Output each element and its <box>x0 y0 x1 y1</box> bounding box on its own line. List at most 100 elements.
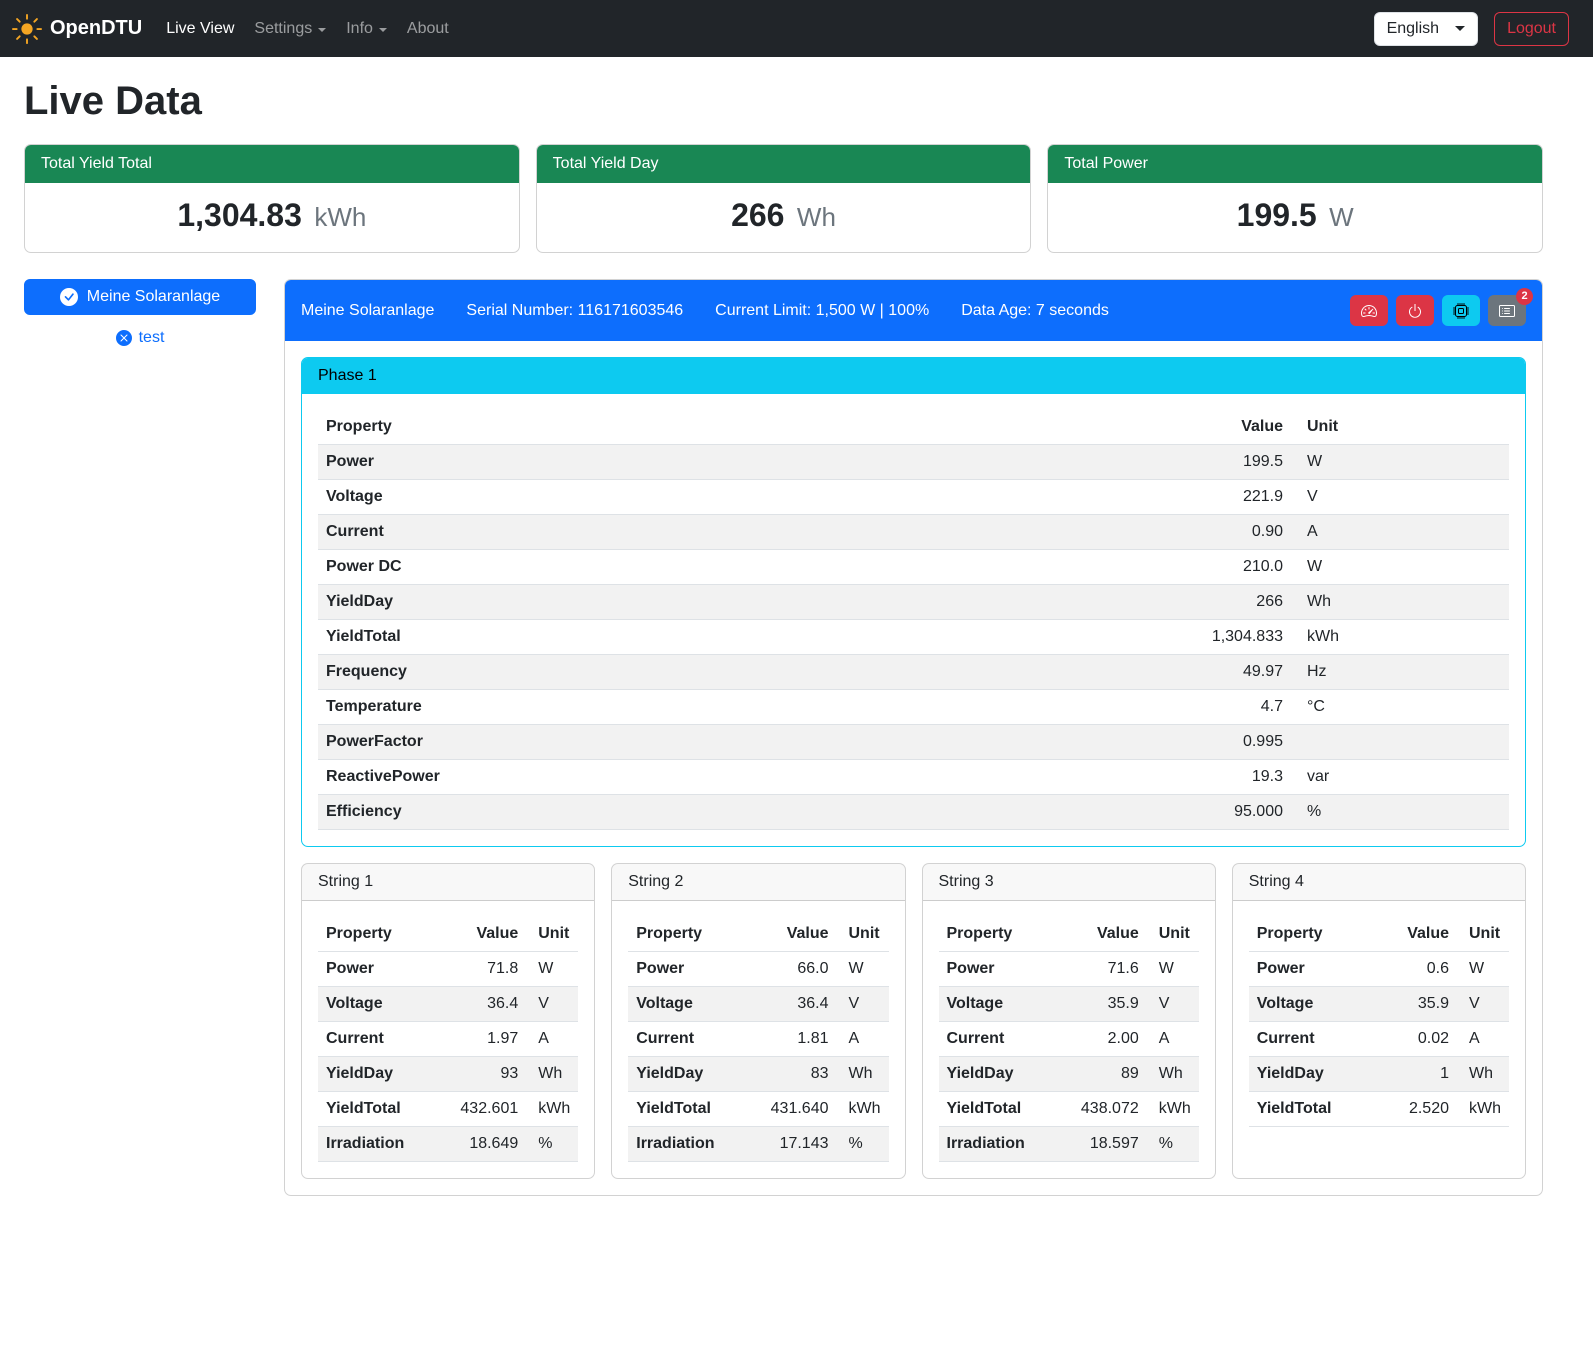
string-card-title: String 1 <box>302 864 594 901</box>
property-cell: YieldTotal <box>318 620 1161 655</box>
table-header-row: Property Value Unit <box>939 917 1199 952</box>
summary-card-title: Total Power <box>1048 145 1542 183</box>
column-header-value: Value <box>1161 410 1291 445</box>
language-select-value: English <box>1387 20 1439 38</box>
inverter-selected-button[interactable]: Meine Solaranlage <box>24 279 256 315</box>
property-cell: Power <box>939 952 1063 987</box>
unit-cell: A <box>526 1022 578 1057</box>
table-row: YieldTotal1,304.833kWh <box>318 620 1509 655</box>
table-row: YieldTotal432.601kWh <box>318 1092 578 1127</box>
language-select[interactable]: English <box>1374 12 1478 46</box>
unit-cell: % <box>526 1127 578 1162</box>
column-header-unit: Unit <box>1147 917 1199 952</box>
phase-table: Property Value Unit Power199.5WVoltage22… <box>318 410 1509 830</box>
value-cell: 49.97 <box>1161 655 1291 690</box>
table-row: Current0.90A <box>318 515 1509 550</box>
summary-card-body: 1,304.83 kWh <box>25 183 519 252</box>
column-header-property: Property <box>939 917 1063 952</box>
string-card: String 4 Property Value Unit Power0.6WVo… <box>1232 863 1526 1179</box>
property-cell: Current <box>628 1022 752 1057</box>
brand[interactable]: OpenDTU <box>12 14 142 44</box>
value-cell: 66.0 <box>753 952 837 987</box>
value-cell: 210.0 <box>1161 550 1291 585</box>
property-cell: Efficiency <box>318 795 1161 830</box>
unit-cell: V <box>1291 480 1509 515</box>
inverter-data-age: Data Age: 7 seconds <box>961 302 1109 320</box>
inverter-name: Meine Solaranlage <box>301 302 434 320</box>
value-cell: 35.9 <box>1063 987 1147 1022</box>
main-row: Meine Solaranlage test Meine Solaranlage… <box>24 279 1543 1196</box>
unit-cell: Wh <box>1457 1057 1509 1092</box>
value-cell: 199.5 <box>1161 445 1291 480</box>
limit-settings-button[interactable] <box>1350 295 1388 326</box>
inverter-item-test[interactable]: test <box>24 325 256 351</box>
table-row: YieldDay83Wh <box>628 1057 888 1092</box>
string-card: String 2 Property Value Unit Power66.0WV… <box>611 863 905 1179</box>
table-row: Power0.6W <box>1249 952 1509 987</box>
table-row: YieldDay89Wh <box>939 1057 1199 1092</box>
property-cell: Voltage <box>628 987 752 1022</box>
property-cell: YieldTotal <box>628 1092 752 1127</box>
nav-item-settings[interactable]: Settings <box>244 12 336 46</box>
inverter-sidebar: Meine Solaranlage test <box>24 279 256 351</box>
property-cell: YieldDay <box>318 585 1161 620</box>
property-cell: Frequency <box>318 655 1161 690</box>
table-row: Frequency49.97Hz <box>318 655 1509 690</box>
table-header-row: Property Value Unit <box>628 917 888 952</box>
property-cell: YieldDay <box>939 1057 1063 1092</box>
string-card-title: String 4 <box>1233 864 1525 901</box>
value-cell: 0.6 <box>1373 952 1457 987</box>
value-cell: 266 <box>1161 585 1291 620</box>
property-cell: YieldTotal <box>318 1092 442 1127</box>
unit-cell: kWh <box>837 1092 889 1127</box>
nav-item-label: Settings <box>254 20 312 38</box>
table-row: ReactivePower19.3var <box>318 760 1509 795</box>
logout-button[interactable]: Logout <box>1494 12 1569 46</box>
device-info-button[interactable] <box>1442 295 1480 326</box>
string-card-body: Property Value Unit Power71.6WVoltage35.… <box>923 901 1215 1178</box>
value-cell: 0.90 <box>1161 515 1291 550</box>
unit-cell: Wh <box>526 1057 578 1092</box>
page-title: Live Data <box>24 79 1543 124</box>
inverter-serial: Serial Number: 116171603546 <box>466 302 683 320</box>
table-row: Current2.00A <box>939 1022 1199 1057</box>
property-cell: YieldDay <box>1249 1057 1373 1092</box>
nav-item-live-view[interactable]: Live View <box>156 12 244 46</box>
power-button[interactable] <box>1396 295 1434 326</box>
table-row: Power71.8W <box>318 952 578 987</box>
table-header-row: Property Value Unit <box>1249 917 1509 952</box>
column-header-unit: Unit <box>1457 917 1509 952</box>
value-cell: 2.520 <box>1373 1092 1457 1127</box>
column-header-value: Value <box>442 917 526 952</box>
inverter-item-label: test <box>139 329 165 347</box>
unit-cell: kWh <box>1291 620 1509 655</box>
table-row: YieldTotal438.072kWh <box>939 1092 1199 1127</box>
gauge-icon <box>1361 303 1377 319</box>
property-cell: ReactivePower <box>318 760 1161 795</box>
chevron-down-icon <box>379 28 387 32</box>
summary-card-title: Total Yield Total <box>25 145 519 183</box>
property-cell: YieldTotal <box>939 1092 1063 1127</box>
strings-row: String 1 Property Value Unit Power71.8WV… <box>301 863 1526 1179</box>
string-card-title: String 3 <box>923 864 1215 901</box>
summary-value: 266 <box>731 197 784 233</box>
unit-cell: % <box>837 1127 889 1162</box>
column-header-unit: Unit <box>837 917 889 952</box>
property-cell: Power <box>628 952 752 987</box>
string-table: Property Value Unit Power71.8WVoltage36.… <box>318 917 578 1162</box>
property-cell: Temperature <box>318 690 1161 725</box>
table-row: Current0.02A <box>1249 1022 1509 1057</box>
nav-item-about[interactable]: About <box>397 12 459 46</box>
table-row: Voltage35.9V <box>1249 987 1509 1022</box>
table-row: Power199.5W <box>318 445 1509 480</box>
property-cell: Irradiation <box>628 1127 752 1162</box>
string-table: Property Value Unit Power66.0WVoltage36.… <box>628 917 888 1162</box>
value-cell: 71.8 <box>442 952 526 987</box>
nav-item-info[interactable]: Info <box>336 12 397 46</box>
value-cell: 19.3 <box>1161 760 1291 795</box>
value-cell: 1.97 <box>442 1022 526 1057</box>
summary-card-body: 266 Wh <box>537 183 1031 252</box>
nav-item-label: Live View <box>166 20 234 38</box>
inverter-selected-label: Meine Solaranlage <box>87 288 220 306</box>
event-log-button[interactable]: 2 <box>1488 295 1526 326</box>
